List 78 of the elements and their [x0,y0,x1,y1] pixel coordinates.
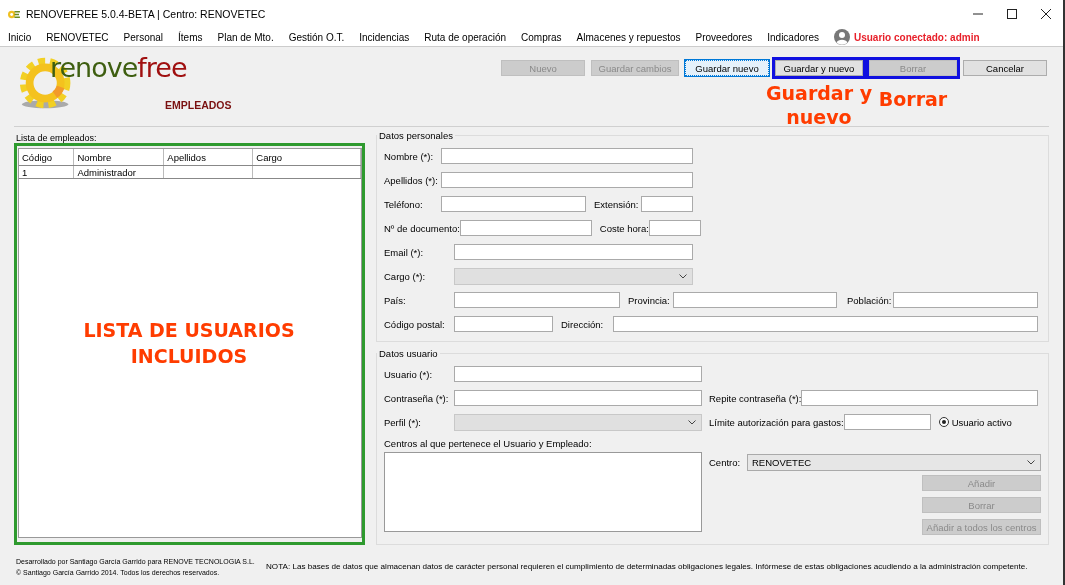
field-label: Centro: [709,457,742,468]
field-label: Nº de documento: [384,222,460,234]
app-icon [7,8,20,20]
menu-item[interactable]: Indicadores [767,31,819,43]
radio-button[interactable] [938,417,949,427]
annotation-label: LISTA DE USUARIOS INCLUIDOS [82,318,296,369]
list-label: Lista de empleados: [16,133,97,143]
text-field[interactable] [441,148,693,164]
column-header[interactable]: Código [19,149,75,165]
column-header[interactable]: Apellidos [164,149,254,165]
field-label: Teléfono: [384,198,424,210]
text-field[interactable] [893,292,1038,308]
menu-item[interactable]: Incidencias [359,31,410,43]
text-field[interactable] [454,292,620,308]
text-field[interactable] [454,316,553,332]
dropdown-value: RENOVETEC [752,457,812,468]
menu-item[interactable]: Personal [123,31,164,43]
menu-item[interactable]: Ruta de operación [424,31,506,43]
field-label: Población: [847,294,893,306]
toolbar-button[interactable]: Guardar nuevo [685,60,769,76]
menu-item[interactable]: Proveedores [695,31,753,43]
field-label: Provincia: [628,294,671,306]
text-field[interactable] [613,316,1038,332]
field-label: Extensión: [594,198,640,210]
text-field[interactable] [441,196,586,212]
field-label: Contraseña (*): [384,392,450,404]
connected-user: Usuario conectado: admin [853,31,980,43]
field-label: Perfil (*): [384,416,422,428]
field-label: Repite contraseña (*): [709,392,802,404]
page-title: EMPLEADOS [165,99,232,111]
centers-list[interactable] [384,452,702,532]
annotation-label: Borrar [877,88,949,110]
text-field[interactable] [673,292,837,308]
field-label: Cargo (*): [384,270,427,282]
text-field[interactable] [441,172,693,188]
field-label: Límite autorización para gastos: [709,416,844,428]
table-cell: 1 [19,166,75,178]
field-label: Nombre (*): [384,150,435,162]
caret-icon [679,273,687,279]
menu-item[interactable]: Inicio [8,31,32,43]
close-icon[interactable] [1041,9,1051,19]
field-label: Centros al que pertenece el Usuario y Empleado: [384,438,593,449]
column-header[interactable]: Cargo [253,149,361,165]
dropdown[interactable]: RENOVETEC [747,454,1041,471]
menu-item[interactable]: Almacenes y repuestos [576,31,681,43]
menu-item[interactable]: Ítems [178,31,203,43]
field-label: Email (*): [384,246,425,258]
group-legend: Datos personales [377,130,455,141]
group-legend: Datos usuario [377,348,440,359]
field-label: Dirección: [561,318,605,330]
menu-item[interactable]: Compras [521,31,562,43]
window-title: RENOVEFREE 5.0.4-BETA | Centro: RENOVETEC [26,8,266,20]
field-label: Usuario (*): [384,368,434,380]
field-label: Código postal: [384,318,446,330]
field-label: Apellidos (*): [384,174,439,186]
toolbar-button[interactable]: Cancelar [963,60,1047,76]
field-label: Coste hora: [599,222,649,234]
text-field[interactable] [459,220,592,236]
radio-label: Usuario activo [951,416,1012,428]
field-label: País: [384,294,407,306]
text-field[interactable] [454,244,693,260]
table-cell: Administrador [74,166,165,178]
text-field[interactable] [843,414,931,430]
maximize-icon[interactable] [1007,9,1017,19]
menu-item[interactable]: Gestión O.T. [288,31,345,43]
toolbar-button[interactable]: Guardar y nuevo [775,60,863,76]
text-field[interactable] [454,390,702,406]
text-field[interactable] [648,220,701,236]
column-header[interactable]: Nombre [74,149,165,165]
text-field[interactable] [641,196,693,212]
text-field[interactable] [801,390,1039,406]
legal-note: NOTA: Las bases de datos que almacenan datos de carácter personal requieren el cumplimiento de determinadas obligaciones legales. Infórmese de estas obligaciones acudiendo a la administración competente. [266,562,1028,571]
text-field[interactable] [454,366,702,382]
annotation-label: Guardar y nuevo [764,81,874,129]
menu-item[interactable]: RENOVETEC [46,31,109,43]
caret-icon [1027,460,1035,465]
caret-icon [688,419,696,425]
menu-item[interactable]: Plan de Mto. [217,31,274,43]
